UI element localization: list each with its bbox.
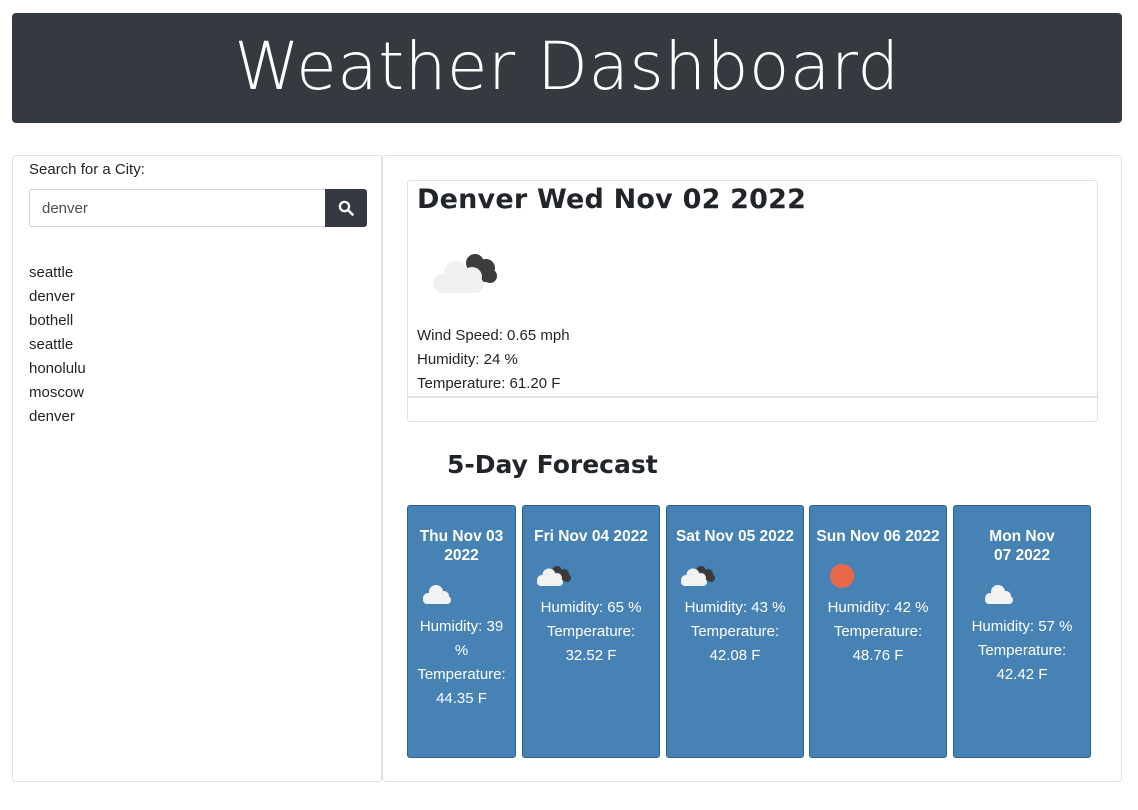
current-temperature: Temperature: 61.20 F (417, 375, 561, 392)
current-wind: Wind Speed: 0.65 mph (417, 327, 570, 344)
history-item[interactable]: seattle (29, 333, 86, 357)
broken-clouds-icon (537, 566, 571, 586)
cloud-icon (985, 585, 1013, 604)
sun-icon (830, 564, 854, 588)
history-item[interactable]: seattle (29, 261, 86, 285)
history-item[interactable]: denver (29, 285, 86, 309)
broken-clouds-icon (681, 566, 715, 586)
forecast-title: 5-Day Forecast (447, 450, 658, 479)
forecast-card: Sun Nov 06 2022 Humidity: 42 % Temperatu… (809, 505, 947, 758)
cloud-icon (423, 585, 451, 604)
forecast-card: Thu Nov 03 2022 Humidity: 39 % Temperatu… (407, 505, 516, 758)
forecast-date: Sun Nov 06 2022 (816, 528, 940, 545)
forecast-humidity: Humidity: 57 % (971, 618, 1073, 635)
forecast-card: Mon Nov 07 2022 Humidity: 57 % Temperatu… (953, 505, 1091, 758)
forecast-humidity: Humidity: 65 % (540, 599, 642, 616)
forecast-date: Mon Nov 07 2022 (989, 528, 1055, 564)
forecast-humidity: Humidity: 39 % (419, 618, 504, 659)
forecast-humidity: Humidity: 43 % (684, 599, 786, 616)
search-history-list: seattle denver bothell seattle honolulu … (29, 261, 86, 429)
weather-panel: Denver Wed Nov 02 2022 Wind Speed: 0.65 … (382, 155, 1122, 782)
search-panel: Search for a City: seattle denver bothel… (12, 155, 382, 782)
page-title: Weather Dashboard (234, 27, 900, 105)
search-input[interactable] (29, 189, 325, 227)
search-button[interactable] (325, 189, 367, 227)
forecast-temperature: Temperature: 48.76 F (833, 623, 923, 664)
current-humidity: Humidity: 24 % (417, 351, 518, 368)
forecast-temperature: Temperature: 44.35 F (417, 666, 506, 707)
search-row (29, 189, 367, 227)
forecast-temperature: Temperature: 42.08 F (690, 623, 780, 664)
forecast-date: Sat Nov 05 2022 (675, 528, 795, 545)
forecast-date: Fri Nov 04 2022 (534, 528, 648, 545)
forecast-card: Sat Nov 05 2022 Humidity: 43 % Temperatu… (666, 505, 804, 758)
broken-clouds-icon (433, 254, 497, 293)
current-weather-card: Denver Wed Nov 02 2022 Wind Speed: 0.65 … (407, 180, 1098, 422)
history-item[interactable]: bothell (29, 309, 86, 333)
header-banner: Weather Dashboard (12, 13, 1122, 123)
current-city-date: Denver Wed Nov 02 2022 (417, 184, 807, 215)
search-icon (338, 200, 354, 216)
forecast-temperature: Temperature: 32.52 F (546, 623, 636, 664)
history-item[interactable]: moscow (29, 381, 86, 405)
forecast-temperature: Temperature: 42.42 F (977, 642, 1067, 683)
forecast-card: Fri Nov 04 2022 Humidity: 65 % Temperatu… (522, 505, 660, 758)
forecast-date: Thu Nov 03 2022 (419, 528, 504, 564)
history-item[interactable]: denver (29, 405, 86, 429)
history-item[interactable]: honolulu (29, 357, 86, 381)
forecast-humidity: Humidity: 42 % (827, 599, 929, 616)
divider (408, 396, 1097, 398)
search-label: Search for a City: (29, 161, 145, 178)
